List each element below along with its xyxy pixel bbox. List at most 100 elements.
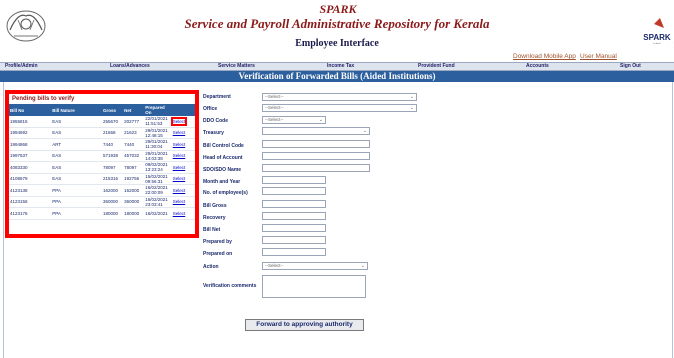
spark-star-icon [654, 18, 664, 28]
select-bill-link-highlighted[interactable]: Select [170, 116, 188, 126]
recovery-field[interactable] [262, 212, 326, 220]
spark-logo-right: SPARK Service and Payroll Administrative… [641, 18, 673, 45]
bill-gross-label: Bill Gross [203, 203, 227, 209]
select-bill-link[interactable]: Select [173, 165, 186, 170]
cell-bill-nature: ART [51, 138, 102, 151]
spark-right-text: SPARK [643, 33, 671, 42]
cell-net: 180000 [123, 207, 145, 220]
menu-provident-fund[interactable]: Provident Fund [418, 63, 455, 70]
app-subtitle: Employee Interface [295, 38, 379, 49]
cell-bill-nature: PPA [51, 207, 102, 220]
menu-loans-advances[interactable]: Loans/Advances [110, 63, 150, 70]
menu-sign-out[interactable]: Sign Out [620, 63, 641, 70]
prepared-by-field[interactable] [262, 236, 326, 244]
month-year-field[interactable] [262, 176, 326, 184]
download-mobile-app-link[interactable]: Download Mobile App [513, 53, 576, 60]
chevron-down-icon: ⌄ [409, 94, 414, 100]
cell-prepared-on: 29/01/2021 14:03:38 [144, 150, 172, 162]
cell-net: 360000 [123, 196, 145, 208]
office-select-value: --Select-- [265, 105, 284, 110]
select-bill-link[interactable]: Select [173, 211, 186, 216]
ddo-name-field[interactable] [262, 164, 370, 172]
menu-accounts[interactable]: Accounts [526, 63, 549, 70]
table-row: 1955815 EAS 255670 202777 22/01/2021 11:… [9, 116, 195, 128]
pending-bills-panel: Pending bills to verify Bill No Bill Nat… [5, 90, 199, 238]
menu-profile-admin[interactable]: Profile/Admin [5, 63, 38, 70]
cell-bill-nature: PPA [51, 184, 102, 197]
chevron-down-icon: ⌄ [318, 117, 323, 123]
department-label: Department [203, 94, 231, 100]
ddo-code-label: DDO Code [203, 118, 228, 124]
bill-control-code-field[interactable] [262, 140, 370, 148]
cell-gross: 255670 [101, 116, 124, 128]
menu-service-matters[interactable]: Service Matters [218, 63, 255, 70]
forward-to-approving-authority-button[interactable]: Forward to approving authority [245, 319, 364, 331]
select-bill-link[interactable]: Select [173, 153, 186, 158]
verification-comments-label: Verification comments [203, 283, 257, 289]
table-row: 4108679 EAS 215316 192756 15/02/2021 09:… [9, 173, 195, 185]
prepared-by-label: Prepared by [203, 239, 232, 245]
spark-logo-text: SPARK [319, 2, 357, 16]
ddo-code-select[interactable]: --Select-- ⌄ [262, 116, 326, 124]
prepared-on-label: Prepared on [203, 251, 233, 257]
menu-income-tax[interactable]: Income Tax [327, 63, 354, 70]
app-title: Service and Payroll Administrative Repos… [184, 16, 490, 31]
num-employees-field[interactable] [262, 187, 326, 195]
bill-gross-field[interactable] [262, 200, 326, 208]
head-of-account-field[interactable] [262, 152, 370, 160]
office-label: Office [203, 106, 218, 112]
cell-bill-no: 1994692 [9, 127, 52, 139]
month-year-label: Month and Year [203, 179, 241, 185]
cell-net: 457032 [123, 150, 145, 162]
select-bill-link[interactable]: Select [173, 142, 186, 147]
cell-prepared-on: 16/02/2021 22:00:09 [144, 184, 172, 197]
col-prepared-on: Prepared On [144, 104, 172, 116]
action-select[interactable]: --Select-- ⌄ [262, 262, 368, 270]
select-bill-link[interactable]: Select [173, 188, 186, 193]
col-bill-no: Bill No [9, 104, 52, 116]
select-bill-link[interactable]: Select [173, 176, 186, 181]
cell-gross: 7440 [101, 138, 124, 151]
table-row: 4123138 PPA 162000 162000 16/02/2021 22:… [9, 184, 195, 197]
pending-bills-table: Bill No Bill Nature Gross Net Prepared O… [9, 104, 195, 220]
col-gross: Gross [101, 104, 124, 116]
table-row: 1994868 ART 7440 7440 29/01/2021 11:30:0… [9, 138, 195, 151]
treasury-select[interactable]: ⌄ [262, 127, 370, 135]
col-net: Net [123, 104, 145, 116]
cell-bill-no: 1994868 [9, 138, 52, 151]
page-title: Verification of Forwarded Bills (Aided I… [238, 71, 436, 81]
cell-bill-no: 4083330 [9, 161, 52, 174]
cell-bill-nature: EAS [51, 127, 102, 139]
cell-gross: 21668 [101, 127, 124, 139]
select-bill-link[interactable]: Select [173, 199, 186, 204]
action-label: Action [203, 264, 219, 270]
bill-net-field[interactable] [262, 224, 326, 232]
col-action [171, 104, 195, 116]
recovery-label: Recovery [203, 215, 226, 221]
chevron-down-icon: ⌄ [360, 263, 365, 269]
cell-gross: 571938 [101, 150, 124, 162]
cell-net: 7440 [123, 138, 145, 151]
verification-comments-textarea[interactable] [262, 275, 366, 298]
cell-prepared-on: 29/01/2021 12:48:15 [144, 127, 172, 139]
table-row: 4083330 EAS 78097 78097 09/02/2021 13:23… [9, 161, 195, 174]
cell-net: 202777 [123, 116, 145, 128]
treasury-label: Treasury [203, 130, 224, 136]
cell-bill-no: 4108679 [9, 173, 52, 185]
ddo-code-select-value: --Select-- [265, 117, 284, 122]
cell-prepared-on: 15/02/2021 09:56:31 [144, 173, 172, 185]
department-select[interactable]: --Select-- ⌄ [262, 93, 417, 101]
cell-bill-nature: EAS [51, 161, 102, 174]
office-select[interactable]: --Select-- ⌄ [262, 104, 417, 112]
page-header: SPARK Service and Payroll Administrative… [0, 0, 674, 62]
cell-prepared-on: 29/01/2021 11:30:04 [144, 138, 172, 151]
prepared-on-field[interactable] [262, 248, 326, 256]
cell-net: 192756 [123, 173, 145, 185]
cell-prepared-on: 16/02/2021 [144, 207, 172, 220]
cell-net: 78097 [123, 161, 145, 174]
bill-net-label: Bill Net [203, 227, 221, 233]
user-manual-link[interactable]: User Manual [580, 53, 617, 60]
select-bill-link[interactable]: Select [173, 130, 186, 135]
spark-logo: SPARK [319, 2, 357, 16]
cell-bill-no: 4123156 [9, 196, 52, 208]
